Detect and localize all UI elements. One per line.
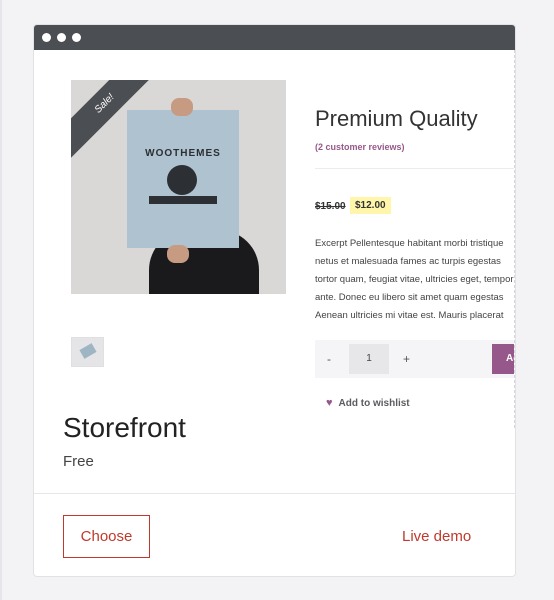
product-thumbnail[interactable] bbox=[71, 337, 104, 367]
window-dot-icon bbox=[42, 33, 51, 42]
add-to-cart-button[interactable]: Ad bbox=[492, 344, 514, 374]
excerpt-line: netus et malesuada fames ac turpis egest… bbox=[315, 256, 501, 267]
wishlist-label: Add to wishlist bbox=[338, 398, 410, 409]
quantity-input[interactable]: 1 bbox=[349, 344, 389, 374]
live-demo-link[interactable]: Live demo bbox=[402, 528, 471, 545]
price-old: $15.00 bbox=[315, 201, 346, 212]
excerpt-line: ante. Donec eu libero sit amet quam eges… bbox=[315, 292, 504, 303]
hand-icon bbox=[171, 98, 193, 116]
window-dot-icon bbox=[72, 33, 81, 42]
price-new: $12.00 bbox=[350, 197, 391, 214]
excerpt-line: Excerpt Pellentesque habitant morbi tris… bbox=[315, 238, 504, 249]
theme-name: Storefront bbox=[63, 412, 186, 443]
excerpt-line: Aenean ultricies mi vitae est. Mauris pl… bbox=[315, 310, 504, 321]
page-edge bbox=[0, 0, 2, 600]
theme-price: Free bbox=[63, 453, 94, 470]
add-to-wishlist-link[interactable]: ♥ Add to wishlist bbox=[326, 397, 410, 409]
poster-logo-icon bbox=[167, 165, 197, 195]
reviews-link[interactable]: (2 customer reviews) bbox=[315, 142, 405, 152]
add-to-cart-row: - 1 + Ad bbox=[315, 340, 514, 378]
product-image: WOOTHEMES Sale! bbox=[71, 80, 286, 294]
hand-icon bbox=[167, 245, 189, 263]
theme-preview: WOOTHEMES Sale! Premium Quality (2 custo… bbox=[34, 50, 515, 428]
choose-button[interactable]: Choose bbox=[63, 515, 150, 558]
quantity-increase-button[interactable]: + bbox=[403, 352, 410, 366]
window-dot-icon bbox=[57, 33, 66, 42]
divider bbox=[315, 168, 514, 169]
poster: WOOTHEMES bbox=[127, 110, 239, 248]
footer-divider bbox=[34, 493, 515, 494]
quantity-decrease-button[interactable]: - bbox=[327, 352, 331, 366]
poster-title: WOOTHEMES bbox=[145, 148, 221, 159]
product-title: Premium Quality bbox=[315, 106, 478, 131]
excerpt-line: tortor quam, feugiat vitae, ultricies eg… bbox=[315, 274, 514, 285]
product-excerpt: Excerpt Pellentesque habitant morbi tris… bbox=[315, 235, 514, 325]
poster-band bbox=[149, 196, 217, 204]
theme-card: WOOTHEMES Sale! Premium Quality (2 custo… bbox=[33, 24, 516, 577]
browser-titlebar bbox=[34, 25, 515, 50]
heart-icon: ♥ bbox=[326, 397, 333, 409]
